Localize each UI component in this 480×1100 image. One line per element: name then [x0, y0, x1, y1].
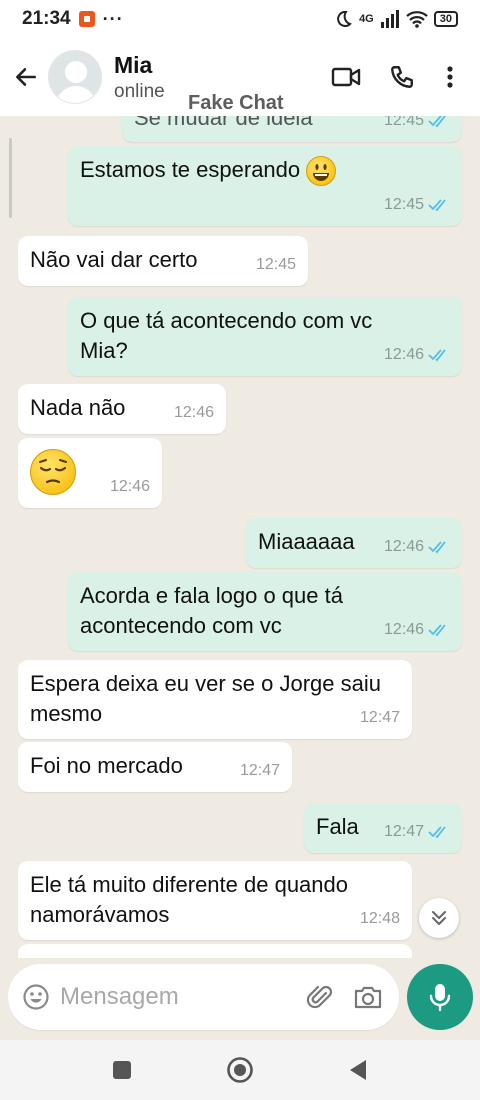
message-time: 12:46	[383, 346, 424, 363]
system-nav-bar	[0, 1040, 480, 1100]
contact-info[interactable]: Mia online	[114, 52, 165, 103]
home-button[interactable]	[220, 1050, 260, 1090]
message-time: 12:47	[383, 823, 424, 840]
message-time: 12:48	[359, 910, 400, 927]
message-list[interactable]: Se mudar de ideia 12:45 Estamos te esper…	[0, 116, 480, 958]
video-call-icon	[331, 67, 361, 87]
recents-button[interactable]	[102, 1050, 142, 1090]
moon-icon	[337, 10, 352, 27]
voice-call-button[interactable]	[374, 55, 430, 99]
battery-indicator: 30	[433, 11, 458, 27]
scroll-to-bottom-button[interactable]	[419, 898, 459, 938]
message-placeholder: Mensagem	[60, 983, 179, 1010]
message-outgoing[interactable]: Fala 12:47	[304, 803, 462, 853]
video-call-button[interactable]	[318, 55, 374, 99]
message-time: 12:45	[383, 116, 424, 129]
message-outgoing[interactable]: Miaaaaaa 12:46	[246, 518, 462, 568]
contact-status: online	[114, 80, 165, 102]
grinning-emoji-icon	[306, 156, 337, 187]
status-more-dots: ···	[102, 8, 124, 29]
camera-icon	[354, 986, 382, 1009]
message-incoming[interactable]: Foi no mercado 12:47	[18, 742, 292, 792]
status-bar: 21:34 ··· 4G 30	[0, 0, 480, 38]
message-text: Ele tá muito diferente de quando namoráv…	[30, 872, 349, 927]
mic-icon	[429, 984, 451, 1012]
chevron-double-down-icon	[432, 911, 446, 925]
more-options-button[interactable]	[430, 55, 470, 99]
home-circle-icon	[227, 1057, 253, 1083]
message-outgoing[interactable]: Se mudar de ideia 12:45	[122, 116, 462, 142]
message-text: Espera deixa eu ver se o Jorge saiu mesm…	[30, 671, 381, 726]
message-time: 12:47	[239, 762, 280, 779]
message-incoming[interactable]: Ele tá muito diferente de quando namoráv…	[18, 861, 412, 940]
message-text: O que tá acontecendo com vc Mia?	[80, 308, 373, 363]
triangle-back-icon	[350, 1060, 366, 1080]
attach-button[interactable]	[303, 980, 337, 1014]
nav-back-button[interactable]	[338, 1050, 378, 1090]
message-outgoing[interactable]: O que tá acontecendo com vc Mia? 12:46	[68, 297, 462, 376]
compose-bar: Mensagem	[0, 958, 480, 1040]
message-incoming[interactable]: Nada não 12:46	[18, 384, 226, 434]
read-ticks-icon	[428, 541, 446, 554]
arrow-left-icon	[16, 68, 36, 86]
message-time: 12:47	[359, 709, 400, 726]
network-type-label: 4G	[359, 13, 374, 25]
paperclip-icon	[306, 985, 333, 1009]
message-time: 12:45	[383, 196, 424, 213]
message-incoming[interactable]: Não vai dar certo 12:45	[18, 236, 308, 286]
message-text: Estamos te esperando	[80, 157, 301, 182]
pensive-emoji-icon	[30, 449, 76, 495]
screen-record-icon	[78, 11, 95, 27]
message-outgoing[interactable]: Acorda e fala logo o que tá acontecendo …	[68, 572, 462, 651]
message-time: 12:46	[383, 538, 424, 555]
more-vert-icon	[447, 66, 453, 88]
phone-icon	[391, 66, 413, 88]
message-incoming[interactable]: 12:46	[18, 438, 162, 508]
message-text: Acorda e fala logo o que tá acontecendo …	[80, 583, 343, 638]
back-button[interactable]	[4, 55, 48, 99]
message-time: 12:46	[109, 478, 150, 495]
message-incoming[interactable]: Espera deixa eu ver se o Jorge saiu mesm…	[18, 660, 412, 739]
message-time: 12:45	[255, 256, 296, 273]
read-ticks-icon	[428, 349, 446, 362]
status-time: 21:34	[22, 8, 71, 29]
read-ticks-icon	[428, 624, 446, 637]
avatar[interactable]	[48, 50, 102, 104]
voice-message-button[interactable]	[407, 964, 473, 1030]
message-incoming-partial[interactable]	[18, 944, 412, 958]
square-icon	[113, 1061, 131, 1079]
message-time: 12:46	[383, 621, 424, 638]
scroll-indicator[interactable]	[9, 138, 12, 218]
read-ticks-icon	[428, 199, 446, 212]
camera-button[interactable]	[351, 980, 385, 1014]
message-outgoing[interactable]: Estamos te esperando 12:45	[68, 146, 462, 226]
message-input[interactable]: Mensagem	[8, 964, 399, 1030]
read-ticks-icon	[428, 116, 446, 128]
message-time: 12:46	[173, 404, 214, 421]
read-ticks-icon	[428, 826, 446, 839]
signal-icon	[380, 10, 399, 28]
fake-chat-watermark: Fake Chat	[188, 92, 284, 114]
wifi-icon	[406, 11, 428, 28]
contact-name: Mia	[114, 51, 153, 78]
emoji-icon[interactable]	[22, 983, 50, 1011]
